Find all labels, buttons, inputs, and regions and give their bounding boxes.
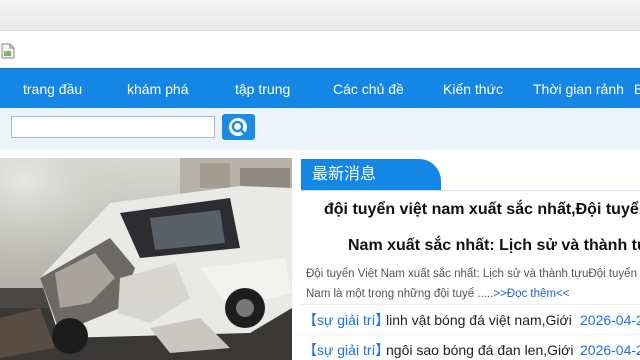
featured-news-photo[interactable] (0, 158, 292, 360)
search-icon (229, 118, 247, 136)
search-button[interactable] (222, 114, 255, 140)
main-nav: trang đầu khám phá tập trung Các chủ đề … (0, 68, 640, 109)
news-date: 2026-04-2 (580, 312, 640, 328)
tab-latest-news[interactable]: 最新消息 (301, 159, 441, 190)
featured-title-line-1[interactable]: đội tuyển việt nam xuất sắc nhất,Đội tuy… (324, 200, 640, 220)
nav-item-focus[interactable]: tập trung (235, 69, 290, 109)
nav-item-home[interactable]: trang đầu (23, 69, 82, 109)
nav-item-topics[interactable]: Các chủ đề (333, 69, 404, 109)
search-bar (0, 108, 640, 150)
latest-news-panel: 最新消息 đội tuyển việt nam xuất sắc nhất,Độ… (300, 158, 640, 360)
site-header (0, 31, 640, 68)
latest-news-tab-label: 最新消息 (312, 166, 377, 183)
news-title-link[interactable]: linh vật bóng đá việt nam,Giới (386, 311, 572, 329)
news-list-item: 【sự giải trí】 ngôi sao bóng đá đan len,G… (300, 334, 640, 360)
nav-item-knowledge[interactable]: Kiến thức (443, 69, 503, 109)
featured-title-line-2[interactable]: Nam xuất sắc nhất: Lịch sử và thành tự (348, 236, 640, 256)
nav-item-leisure[interactable]: Thời gian rảnh (533, 69, 624, 109)
read-more-link[interactable]: >>Đọc thêm<< (493, 288, 569, 300)
featured-summary-line-2: Nam là một trong những đội tuyể .....>>Đ… (306, 284, 640, 304)
news-category-label[interactable]: 【sự giải trí】 (303, 311, 389, 329)
nav-item-truncated[interactable]: B (634, 69, 640, 109)
news-category-label[interactable]: 【sự giải trí】 (303, 341, 389, 359)
browser-top-strip (0, 0, 640, 31)
latest-news-header: 最新消息 (300, 158, 640, 191)
news-title-link[interactable]: ngôi sao bóng đá đan len,Giới (386, 341, 573, 359)
featured-summary-line-2-text: Nam là một trong những đội tuyể ..... (306, 288, 494, 300)
broken-logo-image-icon[interactable] (1, 43, 15, 59)
search-input[interactable] (11, 116, 215, 138)
nav-item-explore[interactable]: khám phá (127, 69, 188, 109)
news-list-item: 【sự giải trí】 linh vật bóng đá việt nam,… (300, 304, 640, 335)
featured-summary: Đội tuyển Việt Nam xuất sắc nhất: Lịch s… (306, 264, 640, 304)
featured-summary-line-1: Đội tuyển Việt Nam xuất sắc nhất: Lịch s… (306, 268, 637, 280)
news-date: 2026-04-2 (580, 342, 640, 358)
